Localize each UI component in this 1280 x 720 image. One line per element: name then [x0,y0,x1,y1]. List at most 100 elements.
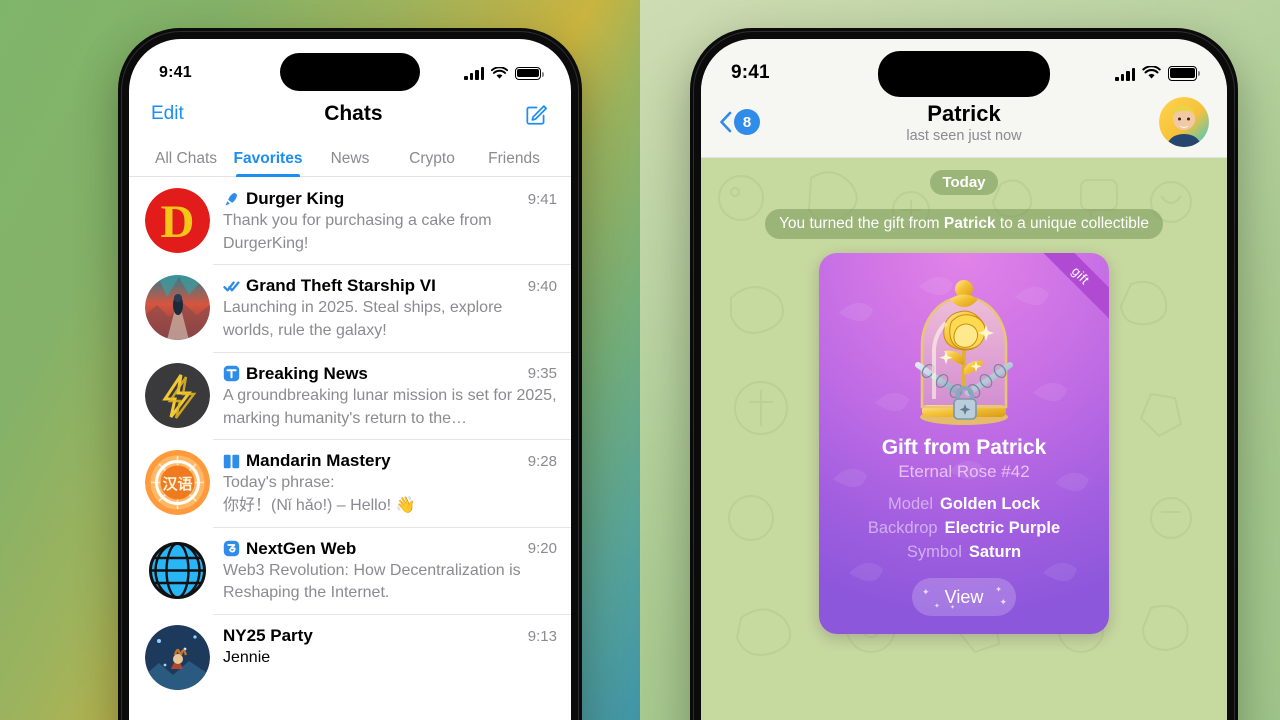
sparkle-icon: ✦ [922,587,930,597]
verified-t-icon [223,366,240,382]
attribute-value: Electric Purple [944,519,1061,537]
starship-avatar [145,275,210,341]
attribute-key: Backdrop [867,519,938,537]
chat-list-nav: Edit Chats [129,97,571,139]
chat-body: NextGen Web 9:20 Web3 Revolution: How De… [223,538,557,605]
chat-time: 9:20 [527,540,557,558]
chat-header-row: Mandarin Mastery 9:28 [223,451,557,471]
ny25-party-avatar [145,625,210,691]
chat-list-screen: 9:41 Edit Chats All Chats Favorites News… [129,39,571,720]
day-divider: Today [930,170,998,195]
system-message-prefix: You turned the gift from [779,215,944,232]
dynamic-island [280,53,420,91]
edit-button[interactable]: Edit [151,103,184,125]
peer-name: Patrick [927,100,1001,126]
table-row[interactable]: D Durger King 9:41 Thank you for purchas… [129,177,571,264]
status-icons [1115,65,1200,81]
status-time: 9:41 [731,62,770,83]
gift-subtitle: Eternal Rose #42 [898,462,1030,481]
sparkle-icon: ✦ [934,603,940,610]
chat-preview: Web3 Revolution: How Decentralization is… [223,561,521,602]
chat-time: 9:35 [527,365,557,383]
tab-all-chats[interactable]: All Chats [145,150,227,176]
chat-body: Grand Theft Starship VI 9:40 Launching i… [223,275,557,342]
dynamic-island [878,51,1050,97]
svg-text:汉语: 汉语 [162,475,192,493]
table-row[interactable]: 汉语 Mandarin Mastery 9:28 Today's phrase:… [129,439,571,526]
chat-header-row: NextGen Web 9:20 [223,539,557,559]
chat-body: Mandarin Mastery 9:28 Today's phrase: 你好… [223,450,557,517]
chat-body: Breaking News 9:35 A groundbreaking luna… [223,363,557,430]
sparkle-icon: ✦ [950,605,956,611]
chevron-left-icon[interactable] [719,111,732,133]
battery-icon [515,66,544,80]
chat-header-row: NY25 Party 9:13 [223,626,557,646]
cellular-signal-icon [464,66,484,80]
gift-attributes: Model Golden Lock Backdrop Electric Purp… [833,495,1095,562]
gift-card[interactable]: gift Gift from Patrick Eternal Rose #42 … [819,253,1109,634]
table-row[interactable]: NextGen Web 9:20 Web3 Revolution: How De… [129,526,571,614]
chat-filter-tabs[interactable]: All Chats Favorites News Crypto Friends [129,139,571,177]
gift-title: Gift from Patrick [881,436,1047,459]
tab-friends[interactable]: Friends [473,150,555,176]
chat-preview: Jennie [223,649,271,667]
battery-icon [1168,65,1200,81]
chat-header-row: Breaking News 9:35 [223,364,557,384]
chat-name: NextGen Web [246,538,357,558]
status-icons [464,66,544,80]
attribute-key: Model [888,495,933,513]
chat-header-row: Durger King 9:41 [223,189,557,209]
chat-name: Mandarin Mastery [246,451,391,471]
back-button[interactable]: 8 [719,109,760,135]
chat-name: Breaking News [246,363,368,383]
attribute-key: Symbol [906,543,962,561]
chat-time: 9:40 [527,277,557,295]
peer-info: Patrick last seen just now [701,101,1227,144]
gift-attribute-model: Model Golden Lock [833,495,1095,514]
verified-three-icon [223,541,240,557]
sparkle-icon: ✦ [999,597,1007,607]
chat-name: Durger King [246,189,345,208]
phone-left: 9:41 Edit Chats All Chats Favorites News… [118,28,582,720]
conversation-nav: 8 Patrick last seen just now [701,97,1227,158]
table-row[interactable]: Grand Theft Starship VI 9:40 Launching i… [129,264,571,351]
phone-right: 9:41 8 Patrick last seen just now Today … [690,28,1238,720]
sparkle-icon: ✦ [995,585,1002,594]
chat-list[interactable]: D Durger King 9:41 Thank you for purchas… [129,177,571,720]
chat-body: Durger King 9:41 Thank you for purchasin… [223,188,557,255]
chat-preview: Today's phrase: 你好！(Nǐ hǎo!) – Hello! 👋 [223,474,416,515]
view-button[interactable]: ✦ ✦ ✦ ✦ ✦ View [912,578,1016,616]
table-row[interactable]: Breaking News 9:35 A groundbreaking luna… [129,351,571,439]
conversation-background: Today You turned the gift from Patrick t… [701,158,1227,720]
gift-artwork [884,267,1044,432]
chat-name: NY25 Party [223,626,313,646]
system-message-highlight: Patrick [943,215,996,232]
chat-time: 9:13 [527,627,557,645]
table-row[interactable]: NY25 Party 9:13 Jennie [129,614,571,699]
peer-status: last seen just now [906,127,1022,144]
mandarin-avatar: 汉语 [145,450,210,516]
breaking-news-avatar [145,362,210,428]
gift-attribute-symbol: Symbol Saturn [833,543,1095,562]
wifi-icon [1142,66,1161,79]
patrick-avatar[interactable] [1159,97,1209,147]
chat-time: 9:28 [527,452,557,470]
compose-icon[interactable] [523,101,549,127]
unread-badge[interactable]: 8 [734,109,760,135]
tab-crypto[interactable]: Crypto [391,150,473,176]
verified-rocket-icon [225,192,237,206]
chat-preview: Thank you for purchasing a cake from Dur… [223,212,492,252]
verified-book-icon [223,454,240,469]
cellular-signal-icon [1115,66,1135,81]
chat-body: NY25 Party 9:13 Jennie [223,625,557,690]
tab-news[interactable]: News [309,150,391,176]
conversation-screen: 9:41 8 Patrick last seen just now Today … [701,39,1227,720]
chat-header-row: Grand Theft Starship VI 9:40 [223,276,557,296]
verified-double-check-icon [223,281,240,292]
status-time: 9:41 [159,64,192,81]
svg-text:D: D [161,196,195,248]
durger-king-avatar: D [145,188,210,253]
tab-favorites[interactable]: Favorites [227,150,309,176]
attribute-value: Saturn [968,543,1022,561]
gift-attribute-backdrop: Backdrop Electric Purple [833,519,1095,538]
